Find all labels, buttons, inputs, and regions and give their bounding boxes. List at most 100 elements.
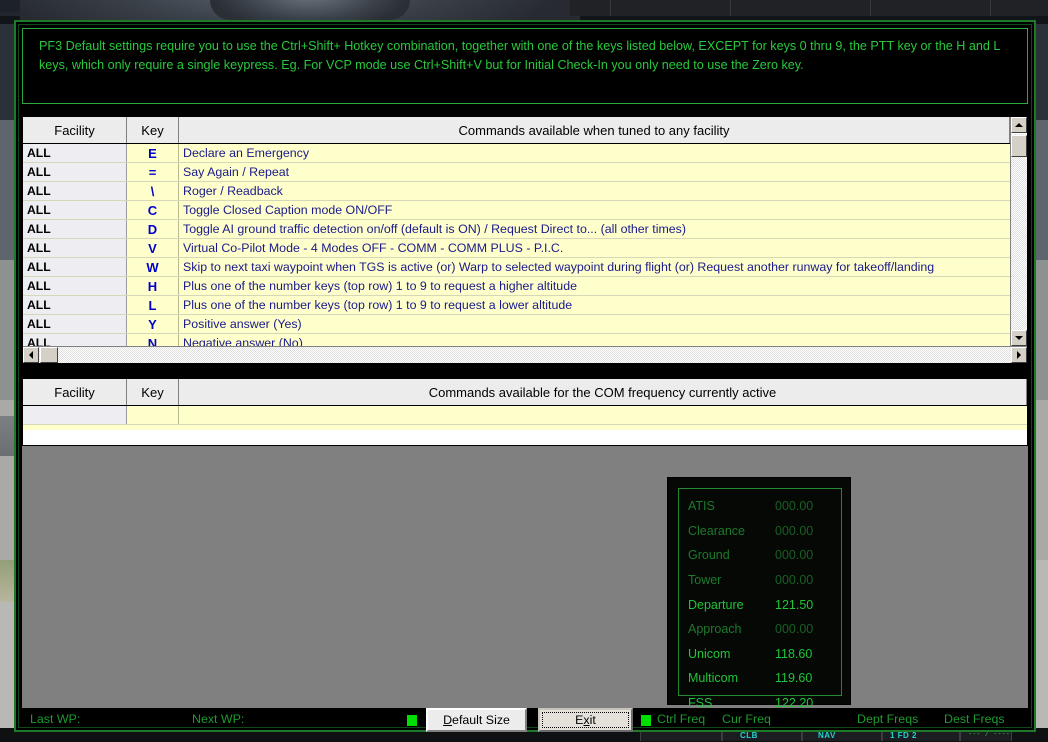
table-row[interactable]: ALL W Skip to next taxi waypoint when TGS … — [23, 258, 1027, 277]
main-gray-panel: ATIS 000.00 Clearance 000.00 Ground 000.00 Tow… — [22, 446, 1028, 710]
last-waypoint-label: Last WP: — [30, 712, 81, 726]
table-row[interactable]: ALL Y Positive answer (Yes) — [23, 315, 1027, 334]
cell-command: Virtual Co-Pilot Mode - 4 Modes OFF - CO… — [179, 239, 1027, 257]
grid1-scroll-left-button[interactable] — [23, 347, 39, 363]
frequency-value: 000.00 — [775, 548, 814, 563]
frequency-value: 000.00 — [775, 523, 814, 538]
cell-facility: ALL — [23, 163, 127, 181]
commands-any-facility-grid: Facility Key Commands available when tun… — [22, 116, 1028, 364]
cell-facility: ALL — [23, 277, 127, 295]
grid1-scroll-down-button[interactable] — [1011, 330, 1027, 346]
cell-command: Toggle Closed Caption mode ON/OFF — [179, 201, 1027, 219]
cur-freq-label[interactable]: Cur Freq — [722, 712, 771, 726]
frequency-name: Clearance — [688, 523, 745, 538]
frequency-value: 000.00 — [775, 622, 814, 637]
cell-command: Declare an Emergency — [179, 144, 1027, 162]
table-row[interactable]: ALL H Plus one of the number keys (top row… — [23, 277, 1027, 296]
exit-focus-ring — [542, 712, 629, 728]
frequency-row[interactable]: Approach 000.00 — [679, 617, 841, 642]
cell-facility: ALL — [23, 220, 127, 238]
grid1-header-key: Key — [127, 117, 179, 143]
cell-command: Toggle AI ground traffic detection on/of… — [179, 220, 1027, 238]
cell-command: Negative answer (No) — [179, 334, 1027, 346]
frequency-name: Tower — [688, 573, 722, 588]
table-row[interactable]: ALL C Toggle Closed Caption mode ON/OFF — [23, 201, 1027, 220]
grid1-scroll-up-button[interactable] — [1011, 117, 1027, 133]
table-row[interactable]: ALL L Plus one of the number keys (top row… — [23, 296, 1027, 315]
table-row[interactable]: ALL E Declare an Emergency — [23, 144, 1027, 163]
cell-facility: ALL — [23, 296, 127, 314]
ctrl-freq-label[interactable]: Ctrl Freq — [657, 712, 705, 726]
frequency-value: 000.00 — [775, 499, 814, 514]
cell-key: Y — [127, 315, 179, 333]
cockpit-cowl-inner — [210, 0, 410, 20]
cur-freq-led — [641, 715, 651, 726]
cell-key: H — [127, 277, 179, 295]
table-row[interactable]: ALL N Negative answer (No) — [23, 334, 1027, 346]
grid1-vscroll-thumb[interactable] — [1011, 135, 1027, 157]
cell-key: \ — [127, 182, 179, 200]
grid2-header-commands: Commands available for the COM frequency… — [179, 379, 1027, 405]
sim-top-bar — [570, 0, 1048, 16]
cell-key: N — [127, 334, 179, 346]
cell-facility: ALL — [23, 334, 127, 346]
grid2-header-facility: Facility — [23, 379, 127, 405]
frequency-row[interactable]: Multicom 119.60 — [679, 666, 841, 691]
next-waypoint-label: Next WP: — [192, 712, 245, 726]
exit-button[interactable]: Exit — [538, 708, 633, 732]
sim-readout: --- / ---- — [968, 731, 1011, 739]
sim-clb-label: CLB — [740, 731, 758, 740]
frequency-value: 000.00 — [775, 573, 814, 588]
grid1-header-row: Facility Key Commands available when tun… — [23, 117, 1027, 144]
hotkey-note-box: PF3 Default settings require you to use … — [22, 28, 1028, 104]
frequency-row[interactable]: ATIS 000.00 — [679, 494, 841, 519]
frequency-name: Departure — [688, 597, 744, 612]
cell-key: = — [127, 163, 179, 181]
table-row[interactable]: ALL V Virtual Co-Pilot Mode - 4 Modes OFF … — [23, 239, 1027, 258]
cell-command: Say Again / Repeat — [179, 163, 1027, 181]
cell-key: W — [127, 258, 179, 276]
dest-freqs-label[interactable]: Dest Freqs — [944, 712, 1005, 726]
frequency-name: Approach — [688, 622, 742, 637]
table-row[interactable]: ALL \ Roger / Readback — [23, 182, 1027, 201]
grid1-header-commands: Commands available when tuned to any fac… — [179, 117, 1010, 143]
frequency-panel: ATIS 000.00 Clearance 000.00 Ground 000.00 Tow… — [667, 477, 851, 710]
grid1-vertical-scrollbar[interactable] — [1010, 117, 1027, 363]
table-row[interactable] — [23, 406, 1027, 425]
ctrl-freq-led — [407, 715, 417, 726]
cell-facility: ALL — [23, 201, 127, 219]
frequency-row[interactable]: Ground 000.00 — [679, 543, 841, 568]
frequency-row[interactable]: Departure 121.50 — [679, 592, 841, 617]
frequency-value: 118.60 — [775, 646, 813, 661]
grid1-horizontal-scrollbar[interactable] — [23, 346, 1027, 363]
grid1-hscroll-thumb[interactable] — [40, 347, 58, 363]
cell-facility: ALL — [23, 315, 127, 333]
grid1-vscroll-track[interactable] — [1011, 134, 1027, 346]
cell-command: Roger / Readback — [179, 182, 1027, 200]
cell-key: C — [127, 201, 179, 219]
grid2-body — [23, 406, 1027, 430]
grid2-header-row: Facility Key Commands available for the … — [23, 379, 1027, 406]
table-row[interactable]: ALL D Toggle AI ground traffic detection o… — [23, 220, 1027, 239]
frequency-row[interactable]: Clearance 000.00 — [679, 519, 841, 544]
sim-nav-label: NAV — [818, 731, 836, 740]
frequency-value: 121.50 — [775, 597, 814, 612]
chevron-up-icon — [1015, 123, 1023, 127]
cell-facility: ALL — [23, 258, 127, 276]
cell-key: E — [127, 144, 179, 162]
frequency-name: ATIS — [688, 499, 715, 514]
default-size-button[interactable]: Default Size — [426, 708, 527, 732]
cell-key: D — [127, 220, 179, 238]
table-row[interactable]: ALL = Say Again / Repeat — [23, 163, 1027, 182]
cell-command: Skip to next taxi waypoint when TGS is a… — [179, 258, 1027, 276]
frequency-list: ATIS 000.00 Clearance 000.00 Ground 000.00 Tow… — [678, 488, 842, 710]
frequency-row[interactable]: Tower 000.00 — [679, 568, 841, 593]
chevron-down-icon — [1015, 336, 1023, 340]
cell-key: V — [127, 239, 179, 257]
cell-facility: ALL — [23, 239, 127, 257]
cell-command: Plus one of the number keys (top row) 1 … — [179, 277, 1027, 295]
frequency-row[interactable]: Unicom 118.60 — [679, 642, 841, 667]
dept-freqs-label[interactable]: Dept Freqs — [857, 712, 918, 726]
grid1-scroll-right-button[interactable] — [1011, 347, 1027, 363]
frequency-name: Unicom — [688, 646, 731, 661]
